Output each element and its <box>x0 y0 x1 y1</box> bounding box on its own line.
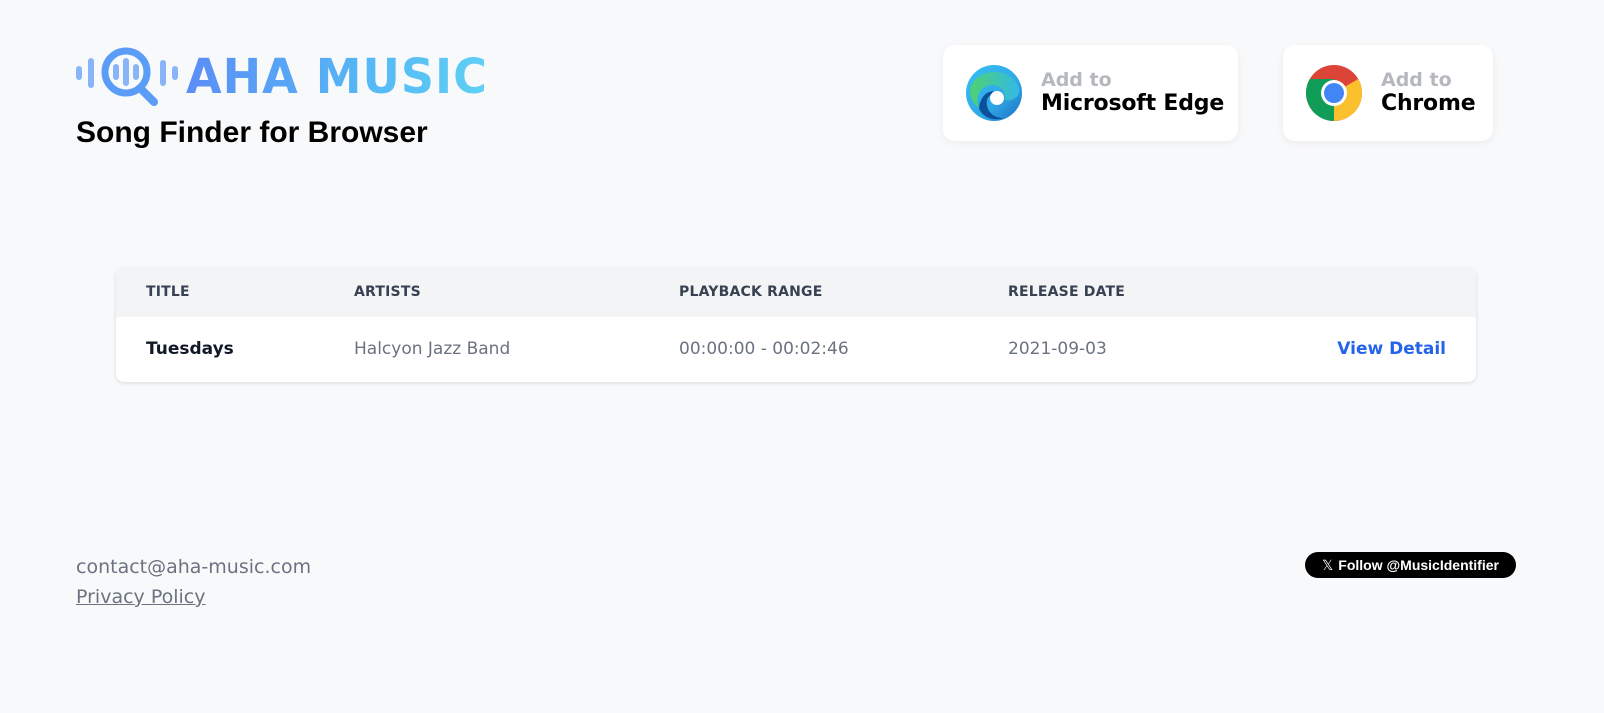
chrome-store-name: Chrome <box>1381 91 1476 116</box>
chrome-icon <box>1305 65 1363 121</box>
column-header-playback-range: PLAYBACK RANGE <box>679 284 823 300</box>
table-row: Tuesdays Halcyon Jazz Band 00:00:00 - 00… <box>116 317 1476 382</box>
song-artists: Halcyon Jazz Band <box>354 339 511 359</box>
view-detail-link[interactable]: View Detail <box>1337 317 1446 382</box>
song-playback-range: 00:00:00 - 00:02:46 <box>679 339 849 359</box>
page-subtitle: Song Finder for Browser <box>76 116 428 149</box>
edge-store-name: Microsoft Edge <box>1041 91 1225 116</box>
add-to-edge-button[interactable]: Add to Microsoft Edge <box>943 45 1238 141</box>
add-to-chrome-button[interactable]: Add to Chrome <box>1283 45 1493 141</box>
logo-text: AHA MUSIC <box>186 47 488 105</box>
privacy-policy-link[interactable]: Privacy Policy <box>76 586 205 608</box>
follow-label: Follow @MusicIdentifier <box>1338 557 1499 573</box>
song-release-date: 2021-09-03 <box>1008 339 1107 359</box>
song-title: Tuesdays <box>146 339 234 359</box>
table-header: TITLE ARTISTS PLAYBACK RANGE RELEASE DAT… <box>116 268 1476 317</box>
magnifier-sound-wave-icon <box>76 47 178 106</box>
column-header-title: TITLE <box>146 284 190 300</box>
column-header-artists: ARTISTS <box>354 284 421 300</box>
contact-email: contact@aha-music.com <box>76 556 312 578</box>
x-logo-icon: 𝕏 <box>1322 556 1334 573</box>
microsoft-edge-icon <box>966 65 1022 121</box>
column-header-release-date: RELEASE DATE <box>1008 284 1126 300</box>
logo[interactable]: AHA MUSIC <box>76 44 488 108</box>
edge-add-label: Add to <box>1041 69 1112 91</box>
page: AHA MUSIC Song Finder for Browser Add to… <box>0 0 1604 713</box>
results-table: TITLE ARTISTS PLAYBACK RANGE RELEASE DAT… <box>116 268 1476 382</box>
chrome-add-label: Add to <box>1381 69 1452 91</box>
follow-button[interactable]: 𝕏 Follow @MusicIdentifier <box>1305 552 1516 578</box>
